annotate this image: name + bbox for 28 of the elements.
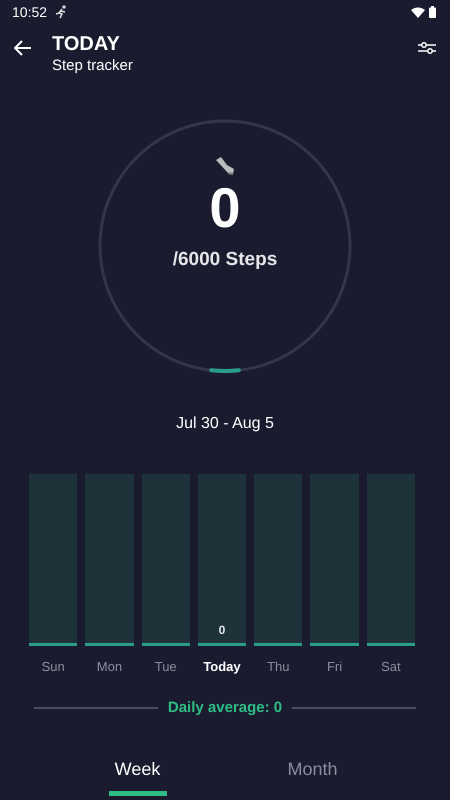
runner-icon xyxy=(55,5,68,19)
day-bar[interactable] xyxy=(310,474,359,646)
battery-icon xyxy=(429,6,436,18)
day-label: Tue xyxy=(154,659,177,675)
day-bar[interactable] xyxy=(85,474,134,646)
day-bar[interactable] xyxy=(254,474,302,646)
day-bar[interactable]: 0 xyxy=(198,474,246,646)
bar-value: 0 xyxy=(218,622,226,639)
period-tab[interactable]: Week xyxy=(50,756,225,800)
day-bar[interactable] xyxy=(142,474,190,646)
day-bar[interactable] xyxy=(366,474,415,646)
day-label: Fri xyxy=(326,659,342,675)
day-label: Mon xyxy=(96,659,122,675)
day-bar[interactable] xyxy=(29,474,78,646)
page-subtitle: Step tracker xyxy=(52,56,134,76)
daily-average: Daily average: 0 xyxy=(168,698,282,718)
day-label: Sun xyxy=(42,659,65,675)
page-title: TODAY xyxy=(52,32,121,56)
step-goal: /6000 Steps xyxy=(172,248,278,272)
step-count: 0 xyxy=(209,178,241,238)
period-tab[interactable]: Month xyxy=(225,756,400,800)
date-range: Jul 30 - Aug 5 xyxy=(175,414,275,434)
day-label: Today xyxy=(203,659,241,675)
wifi-icon xyxy=(411,6,425,18)
day-label: Sat xyxy=(381,659,401,675)
day-label: Thu xyxy=(267,659,290,675)
progress-fill xyxy=(209,368,241,373)
clock: 10:52 xyxy=(12,2,48,22)
